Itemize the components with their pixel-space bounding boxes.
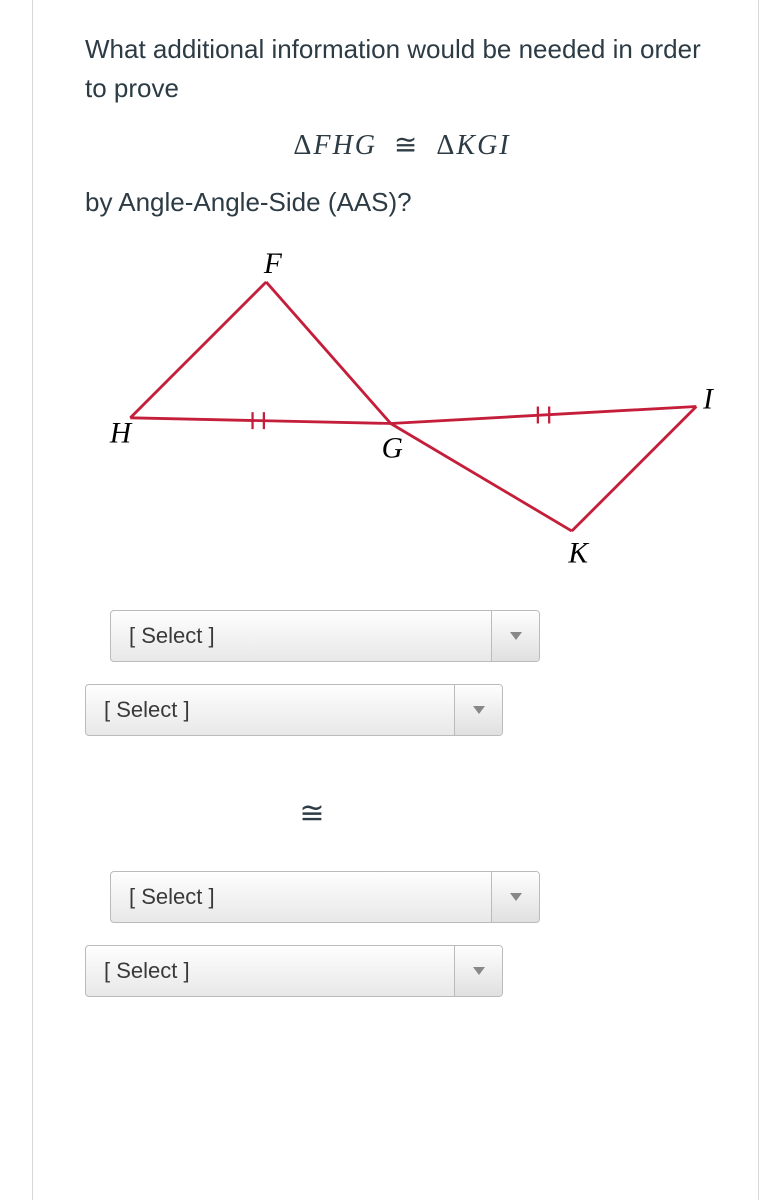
chevron-down-icon [473,706,485,714]
chevron-down-icon [473,967,485,975]
label-K: K [567,538,589,565]
segment-FG [266,282,391,424]
delta-2: Δ [436,130,456,161]
middle-congruent-symbol: ≅ [85,796,719,831]
select-4-arrow [454,946,502,996]
select-2-arrow [454,685,502,735]
delta-1: Δ [293,130,313,161]
select-1-label: [ Select ] [111,611,491,661]
question-method: by Angle-Angle-Side (AAS)? [85,187,719,218]
segment-GK [391,423,572,531]
select-group-1: [ Select ] [ Select ] [85,610,719,736]
label-H: H [109,418,133,450]
select-4[interactable]: [ Select ] [85,945,503,997]
segment-GI [391,407,697,424]
select-group-2: [ Select ] [ Select ] [85,871,719,997]
diagram-svg: F H G I K [85,248,719,565]
triangle-1: FHG [313,130,377,161]
segment-HG [130,418,390,424]
triangle-2: KGI [456,130,510,161]
chevron-down-icon [510,893,522,901]
label-G: G [382,432,403,464]
label-F: F [263,248,283,280]
select-2[interactable]: [ Select ] [85,684,503,736]
select-2-label: [ Select ] [86,685,454,735]
segment-HF [130,282,266,418]
select-1-arrow [491,611,539,661]
label-I: I [702,384,714,416]
right-divider [758,0,759,1200]
left-divider [32,0,33,1200]
chevron-down-icon [510,632,522,640]
select-3[interactable]: [ Select ] [110,871,540,923]
select-3-label: [ Select ] [111,872,491,922]
congruent-symbol: ≅ [394,128,419,162]
segment-KI [572,407,697,532]
select-4-label: [ Select ] [86,946,454,996]
triangle-diagram: F H G I K [85,248,719,570]
question-intro: What additional information would be nee… [85,30,719,108]
select-1[interactable]: [ Select ] [110,610,540,662]
congruence-expression: ΔFHG ≅ ΔKGI [85,128,719,162]
select-3-arrow [491,872,539,922]
